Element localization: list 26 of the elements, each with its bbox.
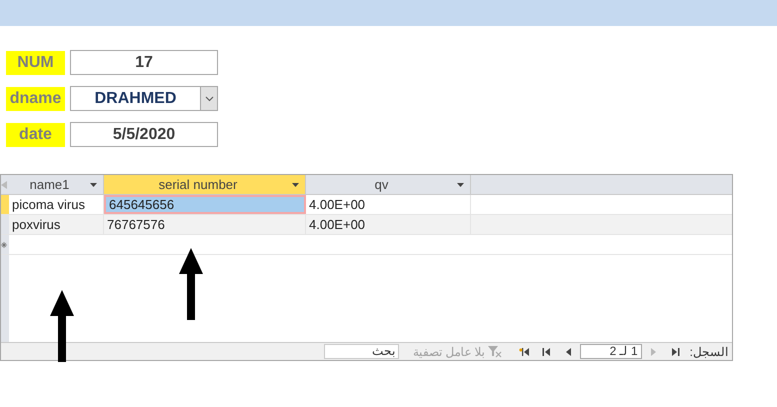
dropdown-arrow-icon[interactable] <box>292 182 299 186</box>
arrow-drawing <box>50 290 74 362</box>
dropdown-button[interactable] <box>200 87 217 110</box>
dropdown-field[interactable]: DRAHMED <box>70 86 218 111</box>
table-cell[interactable]: poxvirus <box>9 215 104 234</box>
field-label: date <box>6 122 65 146</box>
input-field[interactable]: 17 <box>70 50 218 75</box>
dropdown-arrow-icon[interactable] <box>457 182 464 186</box>
input-field[interactable]: 5/5/2020 <box>70 122 218 147</box>
search-field[interactable]: بحث <box>324 344 399 359</box>
arrow-drawing <box>179 248 203 320</box>
navigation-arrow-icon[interactable] <box>540 346 553 358</box>
record-label: السجل: <box>690 344 728 360</box>
asterisk-icon <box>1 242 7 248</box>
record-position-field[interactable]: 1 لـ 2 <box>580 344 642 359</box>
dropdown-arrow-icon[interactable] <box>90 182 97 186</box>
chevron-down-icon <box>204 96 214 102</box>
table-cell[interactable]: 4.00E+00 <box>306 195 471 214</box>
field-label: NUM <box>6 50 65 74</box>
table-cell[interactable]: 645645656 <box>104 195 306 214</box>
new-record-icon[interactable] <box>518 346 531 358</box>
table-cell[interactable]: 76767576 <box>104 215 306 234</box>
filter-off-icon <box>488 346 502 358</box>
column-header[interactable]: serial number <box>104 175 306 194</box>
table-cell[interactable]: 4.00E+00 <box>306 215 471 234</box>
field-label: dname <box>6 86 65 110</box>
